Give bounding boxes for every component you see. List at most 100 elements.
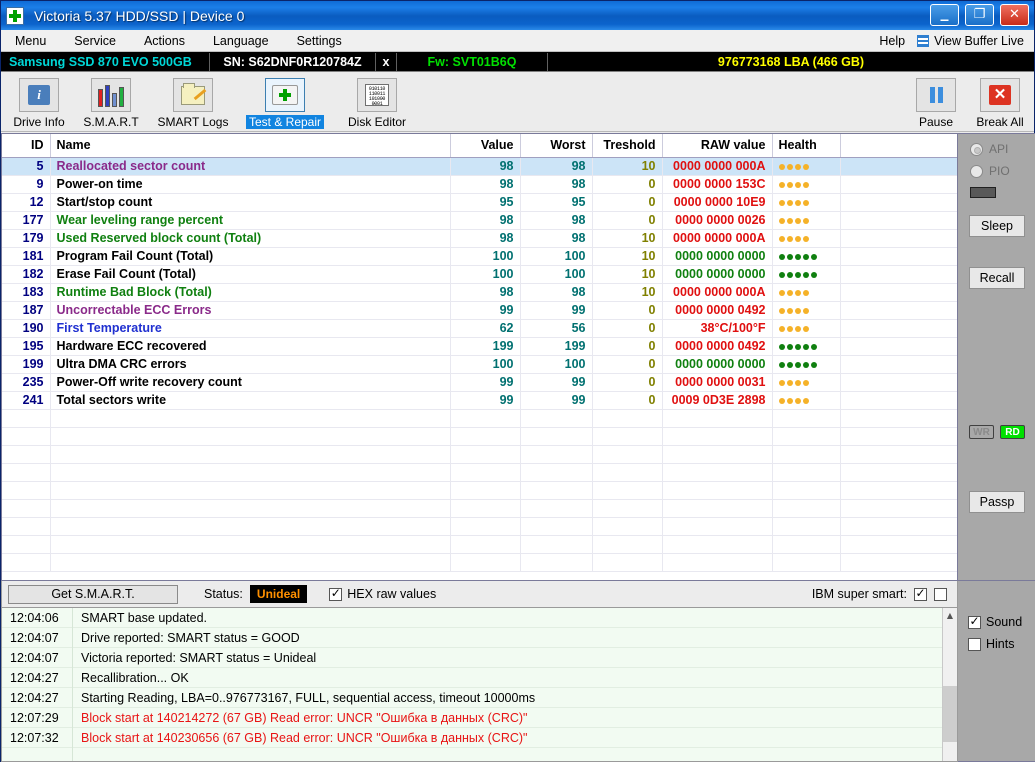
cell-threshold: 0 [592,319,662,337]
smart-table-container[interactable]: ID Name Value Worst Treshold RAW value H… [1,133,958,581]
column-header-raw[interactable]: RAW value [662,134,772,157]
extra-checkbox[interactable] [934,588,947,601]
hex-raw-values-label: HEX raw values [347,587,436,601]
table-row[interactable]: 5Reallocated sector count9898100000 0000… [2,157,957,175]
cell-pad [840,391,957,409]
toolbar-button-smart-logs[interactable]: SMART Logs [149,78,237,129]
table-row[interactable]: 177Wear leveling range percent989800000 … [2,211,957,229]
menu-item-service[interactable]: Service [60,30,130,52]
table-row[interactable]: 190First Temperature6256038°C/100°F [2,319,957,337]
cell-pad [840,193,957,211]
cell-value: 98 [450,283,520,301]
table-row[interactable]: 12Start/stop count959500000 0000 10E9 [2,193,957,211]
cell-threshold: 0 [592,337,662,355]
recall-button[interactable]: Recall [969,267,1025,289]
table-row[interactable]: 182Erase Fail Count (Total)100100100000 … [2,265,957,283]
cell-name: Uncorrectable ECC Errors [50,301,450,319]
column-header-value[interactable]: Value [450,134,520,157]
status-badge: Unideal [250,585,307,603]
close-button[interactable]: ✕ [1000,4,1029,26]
cell-pad [840,175,957,193]
health-dots [779,360,817,368]
cell-worst: 100 [520,247,592,265]
pio-radio-row[interactable]: PIO [970,164,1035,178]
table-row[interactable]: 9Power-on time989800000 0000 153C [2,175,957,193]
view-buffer-live-label: View Buffer Live [934,34,1024,48]
api-radio-icon[interactable] [970,143,983,156]
table-row[interactable]: 235Power-Off write recovery count9999000… [2,373,957,391]
table-row[interactable]: 181Program Fail Count (Total)10010010000… [2,247,957,265]
cell-name: Program Fail Count (Total) [50,247,450,265]
view-buffer-live-button[interactable]: View Buffer Live [917,34,1030,48]
hints-checkbox-icon[interactable] [968,638,981,651]
cell-id: 195 [2,337,50,355]
log-time: 12:04:07 [2,651,72,665]
checkbox-icon[interactable] [329,588,342,601]
column-header-name[interactable]: Name [50,134,450,157]
log-panel[interactable]: 12:04:06SMART base updated.12:04:07Drive… [1,607,958,762]
table-row[interactable]: 199Ultra DMA CRC errors10010000000 0000 … [2,355,957,373]
health-dots [779,162,809,170]
menu-item-language[interactable]: Language [199,30,283,52]
cell-value: 62 [450,319,520,337]
toolbar-button-disk-editor[interactable]: 010110 110011 101000 0001 Disk Editor [333,78,421,129]
sound-checkbox-row[interactable]: Sound [968,615,1035,629]
pio-radio-icon[interactable] [970,165,983,178]
cell-worst: 95 [520,193,592,211]
buffer-lines-icon [917,35,929,47]
toolbar-button-test-repair[interactable]: Test & Repair [241,78,329,129]
table-row[interactable]: 187Uncorrectable ECC Errors999900000 000… [2,301,957,319]
toolbar-button-drive-info[interactable]: Drive Info [5,78,73,129]
pause-button[interactable]: Pause [908,78,964,129]
menu-item-settings[interactable]: Settings [283,30,356,52]
cell-id: 5 [2,157,50,175]
sound-checkbox-icon[interactable] [968,616,981,629]
scrollbar-thumb[interactable] [943,686,957,742]
health-dots [779,378,809,386]
menu-item-menu[interactable]: Menu [1,30,60,52]
cell-raw: 0000 0000 153C [662,175,772,193]
drive-clear-button[interactable]: x [376,55,396,69]
column-header-id[interactable]: ID [2,134,50,157]
cell-threshold: 0 [592,301,662,319]
menu-item-actions[interactable]: Actions [130,30,199,52]
toolbar-button-smart[interactable]: S.M.A.R.T [77,78,145,129]
get-smart-button[interactable]: Get S.M.A.R.T. [8,585,178,604]
scroll-up-icon[interactable]: ▲ [943,608,957,623]
column-header-health[interactable]: Health [772,134,840,157]
window-title: Victoria 5.37 HDD/SSD | Device 0 [34,8,244,24]
log-scrollbar[interactable]: ▲ [942,608,957,761]
maximize-button[interactable]: ❐ [965,4,994,26]
hints-checkbox-row[interactable]: Hints [968,637,1035,651]
toolbar-label: S.M.A.R.T [83,115,138,129]
cell-health [772,157,840,175]
passport-button[interactable]: Passp [969,491,1025,513]
table-row[interactable]: 241Total sectors write999900009 0D3E 289… [2,391,957,409]
table-row[interactable]: 195Hardware ECC recovered19919900000 000… [2,337,957,355]
api-radio-row[interactable]: API [970,142,1035,156]
column-header-worst[interactable]: Worst [520,134,592,157]
menu-item-help[interactable]: Help [867,30,917,52]
cell-name: Erase Fail Count (Total) [50,265,450,283]
wr-indicator: WR [969,425,994,439]
cell-raw: 0000 0000 000A [662,283,772,301]
cell-threshold: 10 [592,283,662,301]
break-all-button[interactable]: ✕ Break All [972,78,1028,129]
sleep-button[interactable]: Sleep [969,215,1025,237]
ibm-super-smart-checkbox[interactable] [914,588,927,601]
ibm-super-smart-label: IBM super smart: [812,587,907,601]
cell-value: 98 [450,157,520,175]
column-header-threshold[interactable]: Treshold [592,134,662,157]
minimize-button[interactable]: _ [930,4,959,26]
cell-worst: 98 [520,229,592,247]
status-label: Status: [204,587,243,601]
log-entry: 12:04:07Drive reported: SMART status = G… [2,628,942,648]
table-row[interactable]: 183Runtime Bad Block (Total)9898100000 0… [2,283,957,301]
hex-raw-values-checkbox[interactable]: HEX raw values [329,587,436,601]
icon-wrap [19,78,59,112]
table-header-row: ID Name Value Worst Treshold RAW value H… [2,134,957,157]
api-label: API [989,142,1008,156]
table-row[interactable]: 179Used Reserved block count (Total)9898… [2,229,957,247]
cell-raw: 38°C/100°F [662,319,772,337]
table-row-empty [2,553,957,571]
